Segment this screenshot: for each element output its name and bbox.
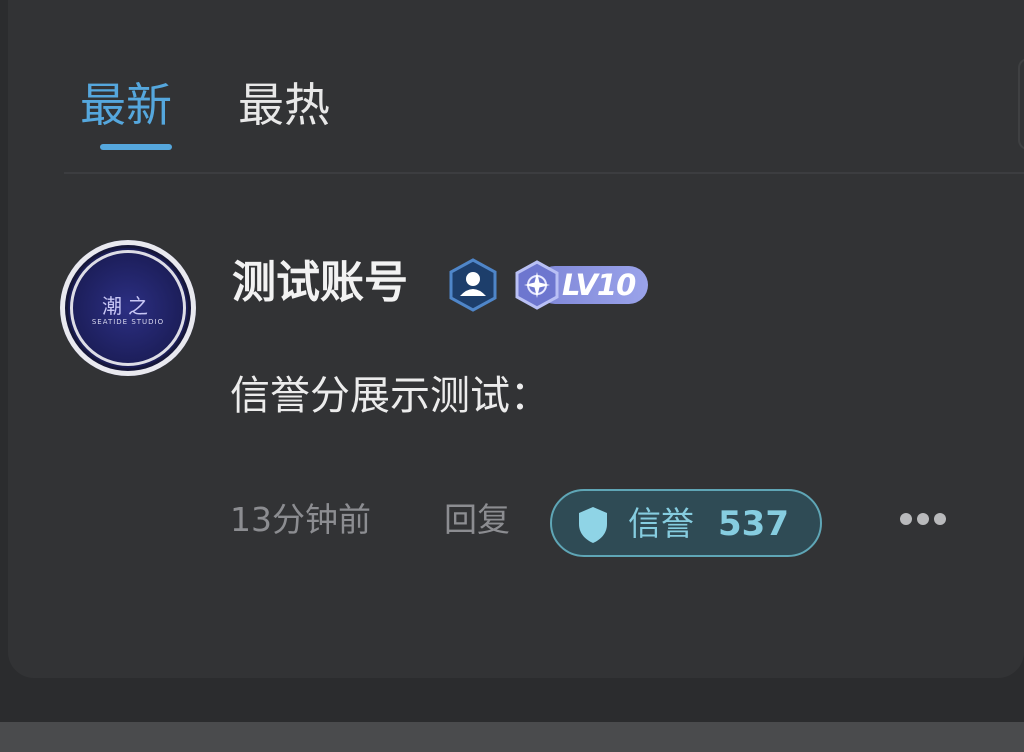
- compass-star-icon: [512, 260, 562, 310]
- avatar[interactable]: 潮之 SEATIDE STUDIO: [60, 240, 196, 376]
- side-panel-edge: [1018, 58, 1024, 150]
- comment-content: 信誉分展示测试：: [230, 373, 550, 419]
- avatar-logo-text: 潮之: [102, 294, 154, 318]
- level-badge: LV10: [512, 260, 650, 310]
- credit-value: 537: [718, 504, 789, 544]
- post-time: 13分钟前: [230, 500, 371, 539]
- more-horizontal-icon[interactable]: [898, 508, 948, 530]
- credit-score-chip[interactable]: 信誉 537: [550, 489, 822, 557]
- active-tab-indicator: [100, 144, 172, 150]
- tab-hottest[interactable]: 最热: [238, 74, 330, 136]
- shield-icon: [576, 505, 610, 545]
- level-text: LV10: [562, 268, 636, 302]
- tabs-divider: [64, 172, 1024, 174]
- tab-latest[interactable]: 最新: [80, 74, 172, 136]
- reply-button[interactable]: 回复: [444, 495, 510, 545]
- app-background: 最新 最热 潮之 SEATIDE STUDIO 测试账号 LV10 信誉分展示测…: [0, 0, 1024, 722]
- username[interactable]: 测试账号: [232, 252, 408, 314]
- verified-user-icon: [448, 258, 498, 312]
- comment-panel: 最新 最热 潮之 SEATIDE STUDIO 测试账号 LV10 信誉分展示测…: [8, 0, 1024, 678]
- bottom-strip: [0, 722, 1024, 752]
- credit-label: 信誉: [628, 504, 694, 543]
- avatar-subtitle: SEATIDE STUDIO: [91, 318, 165, 326]
